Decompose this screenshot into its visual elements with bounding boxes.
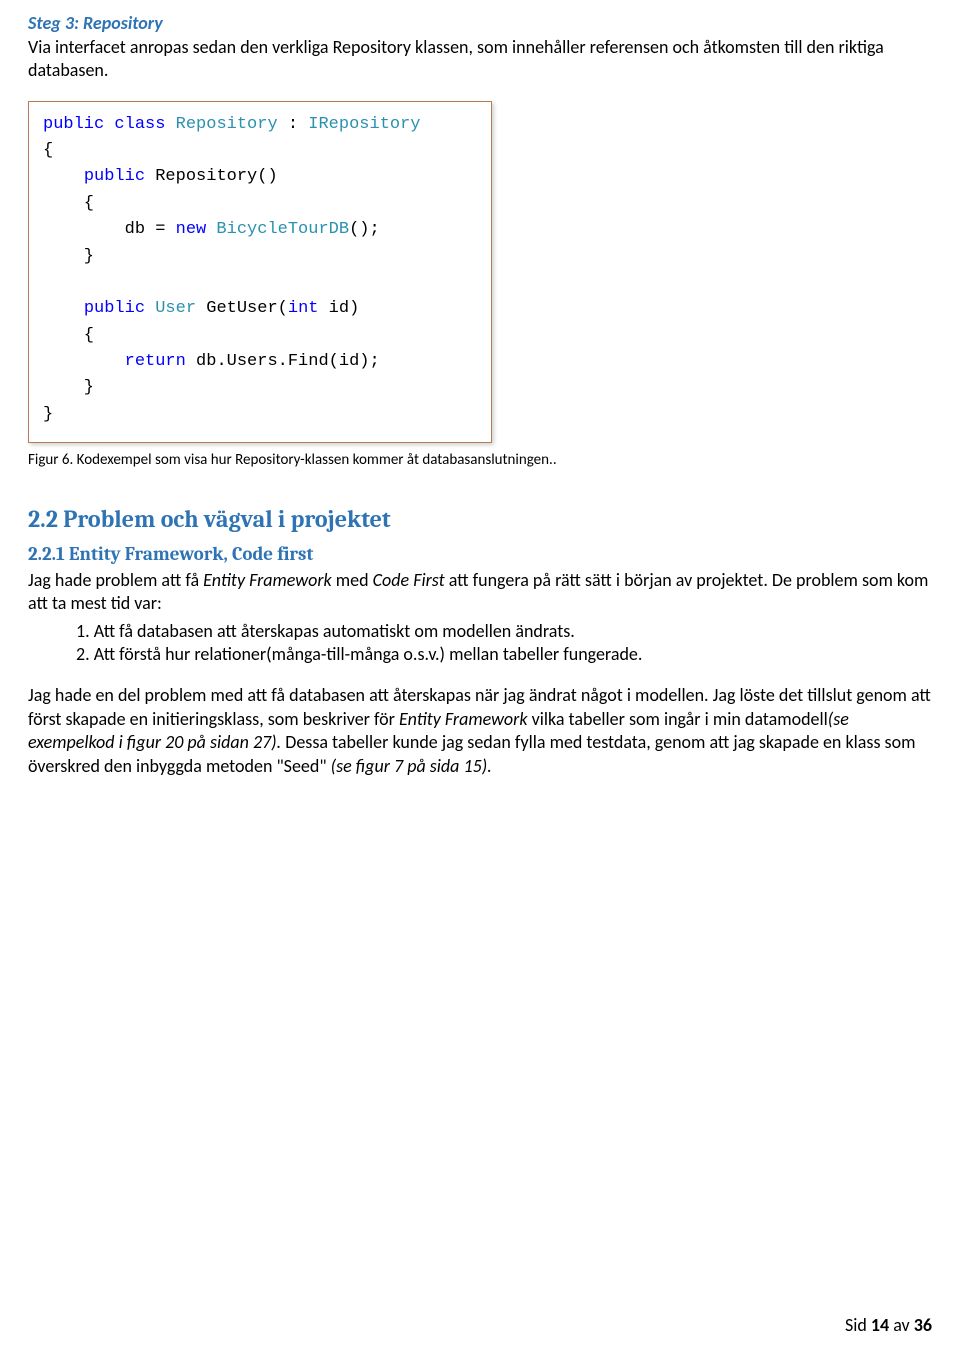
code-token: class <box>114 115 165 134</box>
section-heading-h3: 2.2.1 Entity Framework, Code first <box>28 543 932 565</box>
list-item: 2. Att förstå hur relationer(många-till-… <box>76 643 932 666</box>
code-token: } <box>43 405 53 424</box>
code-token: id) <box>318 299 359 318</box>
code-token: } <box>43 378 94 397</box>
text-run: Jag hade problem att få <box>28 569 203 591</box>
code-token: Repository <box>176 115 278 134</box>
code-token: GetUser( <box>196 299 288 318</box>
text-run-italic: Code First <box>373 569 445 591</box>
code-token: new <box>176 220 207 239</box>
text-run: vilka tabeller som ingår i min datamodel… <box>528 708 828 730</box>
footer-label: av <box>889 1314 914 1336</box>
code-token: public <box>84 299 145 318</box>
numbered-list: 1. Att få databasen att återskapas autom… <box>28 620 932 667</box>
text-run-italic: Entity Framework <box>399 708 528 730</box>
text-run: med <box>332 569 373 591</box>
code-token: db.Users.Find(id); <box>186 352 380 371</box>
footer-total-pages: 36 <box>914 1314 932 1336</box>
paragraph-body: Jag hade en del problem med att få datab… <box>28 684 932 778</box>
step-description: Via interfacet anropas sedan den verklig… <box>28 36 932 83</box>
paragraph-intro: Jag hade problem att få Entity Framework… <box>28 569 932 616</box>
section-heading-h2: 2.2 Problem och vägval i projektet <box>28 505 932 533</box>
text-run-italic: (se figur 7 på sida 15). <box>331 755 492 777</box>
figure-caption: Figur 6. Kodexempel som visa hur Reposit… <box>28 451 932 469</box>
footer-page-number: 14 <box>871 1314 889 1336</box>
code-token: BicycleTourDB <box>206 220 349 239</box>
document-page: Steg 3: Repository Via interfacet anropa… <box>0 0 960 1358</box>
code-token: public <box>84 167 145 186</box>
code-token: : <box>278 115 309 134</box>
code-token: return <box>125 352 186 371</box>
code-token: Repository() <box>145 167 278 186</box>
code-token: { <box>43 326 94 345</box>
list-item: 1. Att få databasen att återskapas autom… <box>76 620 932 643</box>
step-heading: Steg 3: Repository <box>28 12 932 34</box>
code-token: public <box>43 115 104 134</box>
code-token: db = <box>43 220 176 239</box>
code-block-figure: public class Repository : IRepository { … <box>28 101 492 443</box>
code-token: User <box>145 299 196 318</box>
code-token: { <box>43 141 53 160</box>
code-token: } <box>43 247 94 266</box>
code-token: (); <box>349 220 380 239</box>
code-token: { <box>43 194 94 213</box>
code-token: int <box>288 299 319 318</box>
code-token: IRepository <box>308 115 420 134</box>
text-run-italic: Entity Framework <box>203 569 332 591</box>
page-footer: Sid 14 av 36 <box>845 1314 932 1336</box>
footer-label: Sid <box>845 1314 871 1336</box>
